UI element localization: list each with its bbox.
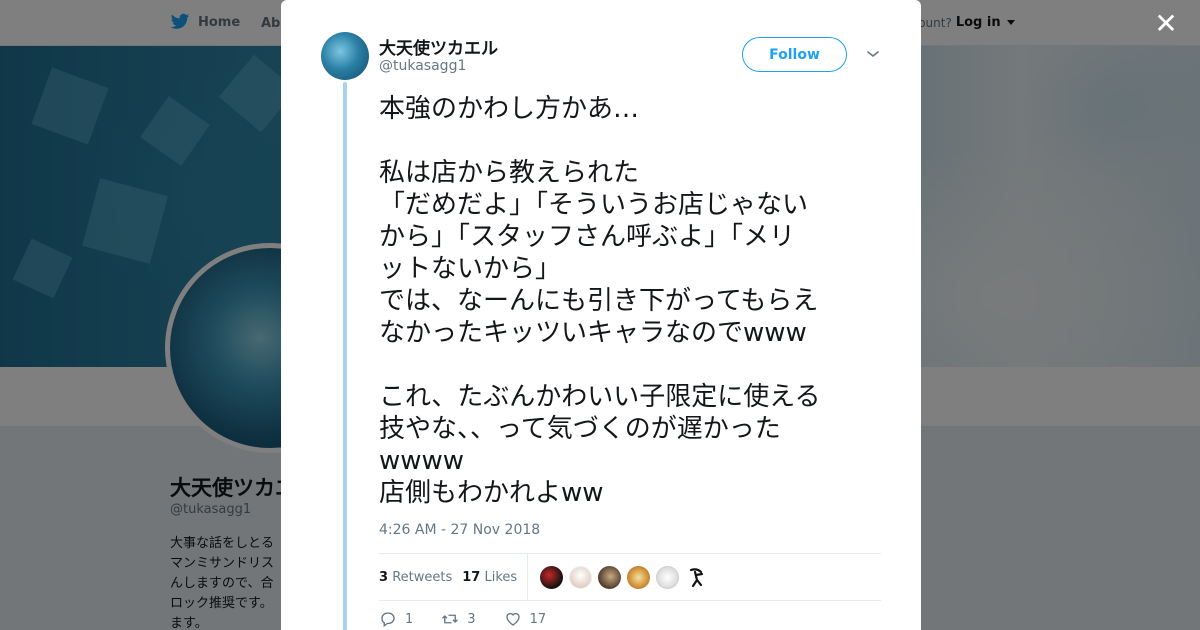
likes-label: Likes — [484, 569, 518, 585]
likes-count: 17 — [462, 569, 481, 585]
follow-button[interactable]: Follow — [742, 37, 847, 72]
tweet-actions: 1 3 17 — [379, 610, 574, 628]
liker-avatar[interactable] — [656, 565, 680, 589]
tweet-modal: 大天使ツカエル @tukasagg1 Follow 本強のかわし方かあ… 私は店… — [281, 0, 921, 630]
author-name[interactable]: 大天使ツカエル — [379, 34, 498, 59]
figure-icon — [690, 567, 704, 587]
author-handle[interactable]: @tukasagg1 — [379, 58, 466, 74]
stats-divider — [527, 553, 529, 601]
chevron-down-icon[interactable] — [866, 47, 880, 61]
liker-avatar[interactable] — [598, 565, 622, 589]
liker-avatar[interactable] — [540, 565, 564, 589]
retweets-stat[interactable]: 3 Retweets — [379, 570, 452, 585]
thread-line — [343, 82, 347, 630]
like-count: 17 — [529, 611, 547, 627]
heart-icon — [505, 612, 520, 626]
retweets-count: 3 — [379, 569, 389, 585]
reply-icon — [381, 612, 395, 628]
retweet-button[interactable]: 3 — [441, 610, 476, 628]
liker-avatar[interactable] — [627, 565, 651, 589]
author-avatar[interactable] — [321, 32, 369, 80]
retweet-icon — [442, 614, 459, 624]
reply-count: 1 — [405, 611, 414, 627]
tweet-text: 本強のかわし方かあ… 私は店から教えられた 「だめだよ」「そういうお店じゃない … — [379, 94, 821, 508]
tweet-stats: 3 Retweets 17 Likes — [379, 553, 881, 601]
retweet-count: 3 — [467, 611, 476, 627]
like-button[interactable]: 17 — [504, 610, 547, 628]
retweets-label: Retweets — [392, 569, 453, 585]
tweet-timestamp[interactable]: 4:26 AM - 27 Nov 2018 — [379, 522, 540, 538]
likers-avatars — [540, 565, 709, 589]
close-icon[interactable]: ✕ — [1154, 10, 1178, 38]
likes-stat[interactable]: 17 Likes — [462, 570, 517, 585]
liker-avatar[interactable] — [685, 565, 709, 589]
liker-avatar[interactable] — [569, 565, 593, 589]
reply-button[interactable]: 1 — [379, 610, 413, 628]
